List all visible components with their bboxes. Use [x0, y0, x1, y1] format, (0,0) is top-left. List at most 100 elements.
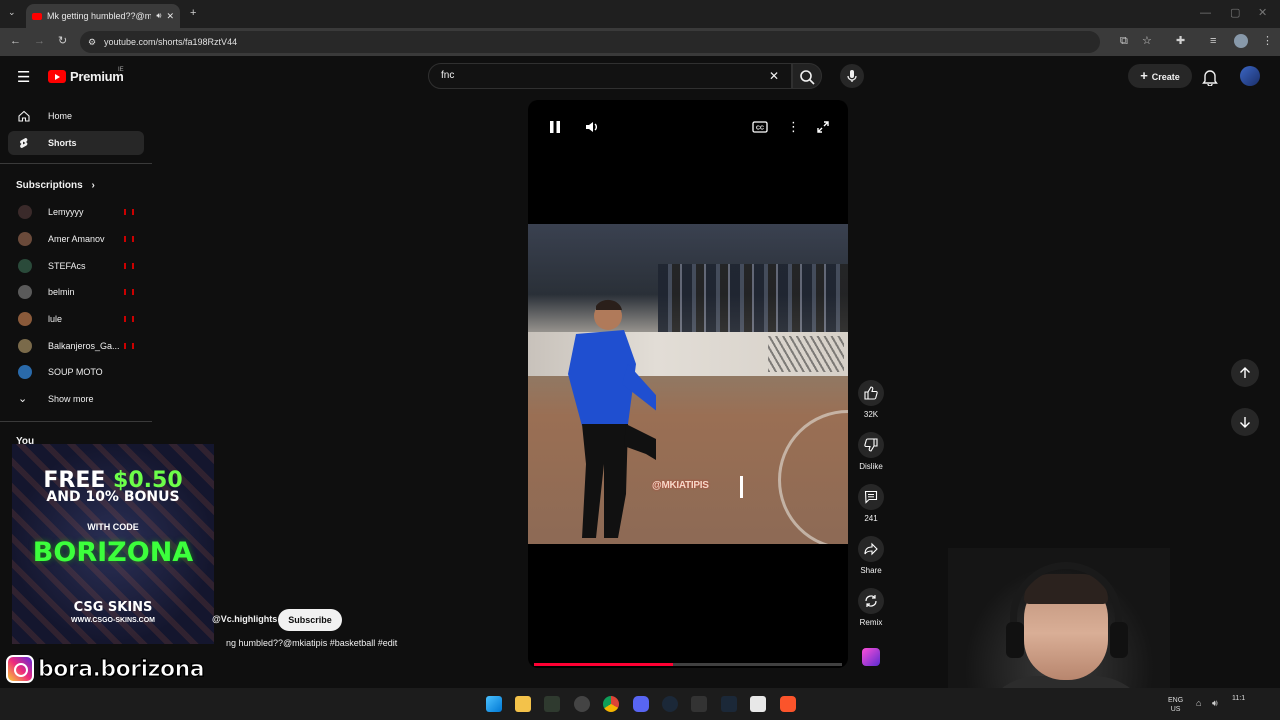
text-cursor [740, 476, 743, 498]
sidebar-item-home[interactable]: Home [8, 104, 144, 128]
sidebar-subscription-6[interactable]: SOUP MOTO [16, 362, 144, 382]
subscribe-button[interactable]: Subscribe [278, 609, 342, 631]
sidebar-subscription-1[interactable]: Amer Amanov [16, 229, 144, 249]
forward-icon[interactable]: → [34, 36, 45, 47]
hamburger-menu-icon[interactable]: ☰ [17, 70, 30, 85]
fullscreen-icon[interactable] [816, 120, 830, 134]
chrome-icon[interactable] [603, 696, 619, 712]
sound-thumbnail[interactable] [862, 648, 880, 666]
media-controls-icon[interactable]: ≡ [1210, 36, 1216, 47]
steam-icon[interactable] [662, 696, 678, 712]
remix-action[interactable]: Remix [858, 588, 884, 627]
minimize-icon[interactable]: — [1200, 8, 1211, 19]
more-options-icon[interactable]: ⋮ [787, 120, 800, 133]
dislike-button[interactable] [858, 432, 884, 458]
sidebar-subscription-5[interactable]: Balkanjeros_Ga... [16, 336, 144, 356]
app-icon[interactable] [691, 696, 707, 712]
previous-short-button[interactable] [1231, 359, 1259, 387]
live-indicator-icon [124, 263, 134, 269]
youtube-header: ☰ Premium IE fnc ✕ + Create [0, 56, 1280, 98]
maximize-icon[interactable]: ▢ [1230, 8, 1240, 19]
clock[interactable]: 11:1 [1232, 694, 1245, 703]
like-action[interactable]: 32K [858, 380, 884, 419]
windows-start-icon[interactable] [486, 696, 502, 712]
obs-icon[interactable] [574, 696, 590, 712]
remix-button[interactable] [858, 588, 884, 614]
speaker-icon[interactable]: 🔊︎ [1212, 699, 1218, 708]
voice-search-button[interactable] [840, 64, 864, 88]
captions-icon[interactable]: CC [752, 121, 768, 133]
browser-menu-icon[interactable]: ⋮ [1262, 36, 1273, 47]
notifications-bell-icon[interactable] [1202, 68, 1218, 86]
sidebar-subscription-2[interactable]: STEFAcs [16, 256, 144, 276]
short-caption[interactable]: ng humbled??@mkiatipis #basketball #edit [226, 638, 397, 648]
site-info-icon[interactable]: ⚙ [88, 31, 96, 53]
sidebar-subscription-3[interactable]: belmin [16, 282, 144, 302]
remix-icon [865, 595, 877, 607]
next-short-button[interactable] [1231, 408, 1259, 436]
subscriptions-heading[interactable]: Subscriptions › [16, 180, 95, 191]
home-icon [18, 110, 30, 122]
video-crowd [658, 264, 848, 334]
short-channel-name[interactable]: @Vc.highlights [212, 614, 277, 624]
sidebar-item-shorts[interactable]: Shorts [8, 131, 144, 155]
discord-icon[interactable] [633, 696, 649, 712]
headphone-cup-right [1110, 622, 1128, 658]
steam-alt-icon[interactable] [721, 696, 737, 712]
thumbs-down-icon [864, 438, 878, 452]
headphones-icon [1010, 562, 1122, 652]
video-frame: @MKIATIPIS [528, 224, 848, 544]
share-action[interactable]: Share [858, 536, 884, 575]
chevron-right-icon: › [91, 180, 95, 191]
like-button[interactable] [858, 380, 884, 406]
subscription-name: STEFAcs [48, 261, 86, 271]
brand-text: Premium [70, 69, 124, 84]
live-indicator-icon [124, 209, 134, 215]
search-button[interactable] [792, 63, 822, 89]
tab-audio-icon[interactable]: 🔊︎ [156, 11, 161, 21]
browser-tab[interactable]: Mk getting humbled??@mk 🔊︎ ✕ [26, 4, 180, 28]
language-indicator[interactable]: ENG US [1168, 696, 1183, 714]
shorts-player[interactable]: CC ⋮ @MKIATIPIS [528, 100, 848, 668]
pause-icon[interactable] [548, 120, 562, 134]
headphone-cup-left [1006, 622, 1024, 658]
dislike-action[interactable]: Dislike [858, 432, 884, 471]
thumbs-up-icon [864, 386, 878, 400]
comments-action[interactable]: 241 [858, 484, 884, 523]
network-icon[interactable]: ⌂ [1196, 699, 1201, 708]
profile-avatar-icon[interactable] [1234, 34, 1248, 48]
create-button[interactable]: + Create [1128, 64, 1192, 88]
plus-icon: + [1140, 68, 1148, 83]
sidebar-subscription-0[interactable]: Lemyyyy [16, 202, 144, 222]
reload-icon[interactable]: ↻ [58, 36, 67, 47]
brave-icon[interactable] [780, 696, 796, 712]
video-progress-bar[interactable] [534, 663, 842, 666]
close-window-icon[interactable]: ✕ [1258, 8, 1267, 19]
live-indicator-icon [124, 343, 134, 349]
bookmark-star-icon[interactable]: ☆ [1142, 36, 1152, 47]
tab-list-chevron-icon[interactable]: ⌄ [8, 8, 16, 17]
browser-tab-bar: ⌄ Mk getting humbled??@mk 🔊︎ ✕ + — ▢ ✕ [0, 0, 1280, 28]
file-explorer-icon[interactable] [515, 696, 531, 712]
tab-close-icon[interactable]: ✕ [166, 11, 174, 22]
ad-site: WWW.CSGO-SKINS.COM [71, 617, 155, 624]
xbox-icon[interactable] [544, 696, 560, 712]
clear-search-icon[interactable]: ✕ [769, 64, 779, 88]
show-more-button[interactable]: ⌄ Show more [16, 389, 144, 409]
notepad-icon[interactable] [750, 696, 766, 712]
back-icon[interactable]: ← [10, 36, 21, 47]
video-graffiti [768, 336, 844, 372]
comments-button[interactable] [858, 484, 884, 510]
account-avatar[interactable] [1240, 66, 1260, 86]
extensions-icon[interactable]: ✚ [1176, 36, 1185, 47]
install-app-icon[interactable]: ⧉ [1120, 36, 1128, 47]
url-field[interactable]: ⚙ youtube.com/shorts/fa198RztV44 [80, 31, 1100, 53]
volume-icon[interactable] [584, 119, 600, 135]
search-input[interactable]: fnc ✕ [428, 63, 792, 89]
new-tab-icon[interactable]: + [190, 8, 196, 19]
youtube-premium-logo[interactable]: Premium IE [48, 67, 124, 84]
live-indicator-icon [124, 289, 134, 295]
chevron-down-icon: ⌄ [18, 393, 28, 405]
sidebar-subscription-4[interactable]: lule [16, 309, 144, 329]
share-button[interactable] [858, 536, 884, 562]
